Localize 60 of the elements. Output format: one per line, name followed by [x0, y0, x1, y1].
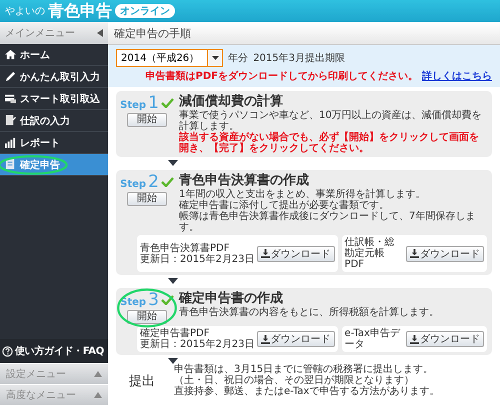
- step-number: 1: [148, 94, 159, 112]
- step-description: 帳簿は青色申告決算書作成後にダウンロードして、7年間保存します。: [179, 211, 476, 233]
- pencil-icon: [5, 71, 16, 82]
- download-button[interactable]: ダウンロード: [406, 331, 484, 347]
- start-button[interactable]: 開始: [127, 192, 167, 206]
- question-icon: [2, 346, 13, 356]
- file-label: e-Tax申告データ: [344, 328, 402, 350]
- dropdown-icon: [212, 56, 219, 60]
- step-description: 1年間の収入と支出をまとめ、事業所得を計算します。: [179, 189, 426, 200]
- submit-title: 提出: [128, 372, 156, 390]
- online-badge: オンライン: [115, 4, 175, 18]
- download-button[interactable]: ダウンロード: [256, 246, 335, 262]
- card-icon: [5, 93, 16, 104]
- down-arrow-icon: [168, 358, 178, 364]
- brand-prefix: やよいの: [5, 5, 45, 18]
- menu-item[interactable]: 仕訳の入力: [0, 110, 108, 132]
- step-title: 確定申告書の作成: [179, 291, 284, 306]
- step-description: 該当する資産がない場合でも、必ず【開始】をクリックして画面を開き、【完了】をクリックしてください。: [179, 132, 480, 154]
- download-button[interactable]: ダウンロード: [256, 331, 335, 347]
- updated-date: 更新日：2015年2月23日: [140, 254, 255, 264]
- deadline-text: 2015年3月提出期限: [253, 52, 345, 65]
- start-button[interactable]: 開始: [127, 113, 167, 127]
- page-title: 確定申告の手順: [108, 22, 500, 45]
- start-button[interactable]: 開始: [127, 310, 167, 324]
- highlight-ellipse: [117, 288, 177, 328]
- download-button[interactable]: ダウンロード: [406, 246, 484, 262]
- notice-text: 申告書類はPDFをダウンロードしてから印刷してください。: [146, 70, 418, 83]
- step-number: 3: [148, 291, 159, 309]
- year-suffix: 年分: [228, 52, 248, 65]
- download-icon: [410, 249, 419, 258]
- step-label: Step: [120, 100, 146, 111]
- file-label: 仕訳帳・総勘定元帳PDF: [344, 237, 396, 270]
- collapse-icon[interactable]: [97, 29, 103, 37]
- notebook-icon: [5, 115, 16, 126]
- updated-date: 更新日：2015年2月23日: [140, 339, 255, 350]
- brand-title: 青色申告: [48, 0, 112, 22]
- file-label: 確定申告書PDF: [140, 328, 210, 339]
- menu-item[interactable]: スマート取引取込: [0, 88, 108, 110]
- step-description: 青色申告決算書の内容をもとに、所得税額を計算します。: [179, 307, 440, 318]
- submit-description: 直接持参、郵送、またはe-Taxで申告する方法があります。: [174, 386, 440, 397]
- step-title: 減価償却費の計算: [179, 94, 284, 110]
- download-icon: [260, 334, 270, 344]
- download-icon: [410, 334, 419, 344]
- submit-description: （土・日、祝日の場合、その翌日が期限となります）: [174, 375, 415, 386]
- home-icon: [5, 49, 16, 60]
- step-number: 2: [148, 173, 159, 191]
- file-label: 青色申告決算書PDF: [140, 242, 230, 254]
- step-label: Step: [120, 179, 146, 190]
- down-arrow-icon: [168, 278, 178, 284]
- step-title: 青色申告決算書の作成: [179, 173, 310, 188]
- step-description: 確定申告書に添付して提出が必要な書類です。: [179, 200, 390, 211]
- help-link[interactable]: 使い方ガイド・FAQ: [0, 339, 108, 363]
- details-link[interactable]: 詳しくはこちら: [422, 69, 492, 83]
- download-icon: [260, 249, 270, 258]
- submit-description: 申告書類は、3月15日までに管轄の税務署に提出します。: [174, 364, 434, 375]
- step-description: 事業で使うパソコンや車など、10万円以上の資産は、減価償却費を計算します。: [179, 110, 483, 132]
- down-arrow-icon: [168, 160, 178, 166]
- bar-chart-icon: [5, 137, 16, 148]
- sidebar-title: メインメニュー: [5, 27, 75, 40]
- year-select[interactable]: 2014（平成26）: [116, 49, 224, 67]
